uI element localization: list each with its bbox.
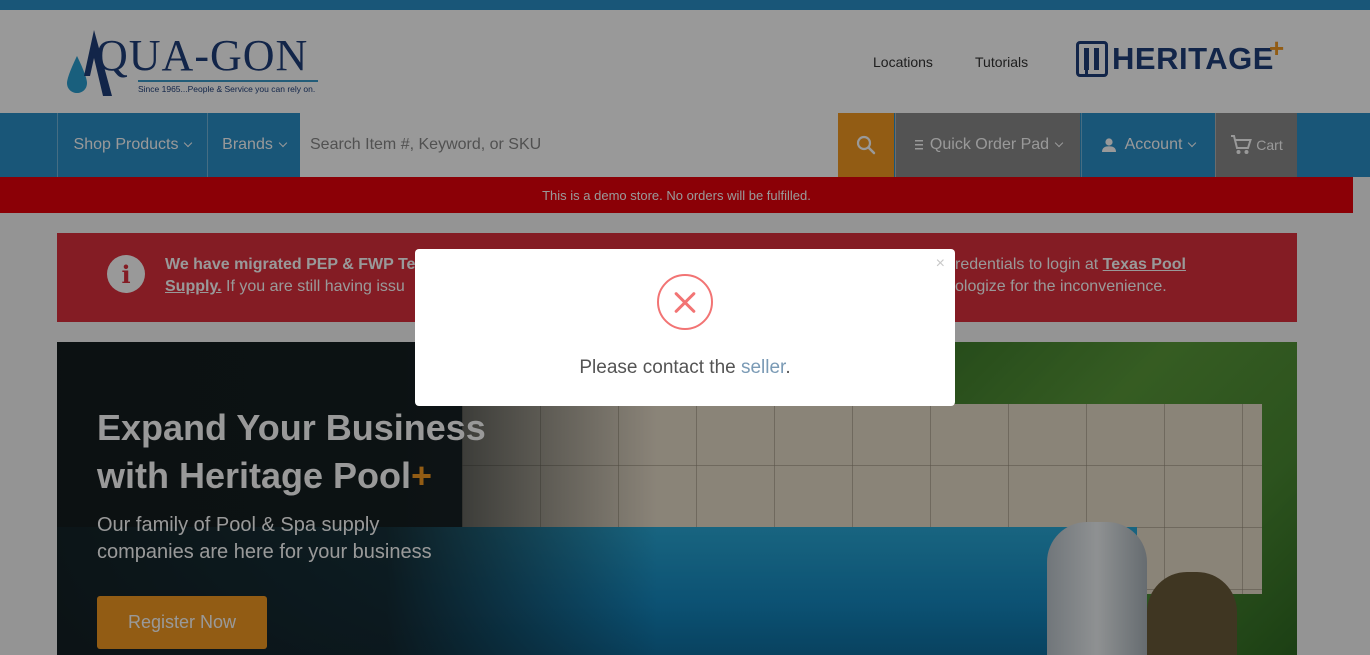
dialog-message: Please contact the seller. (415, 357, 955, 379)
dialog-message-text: Please contact the (579, 357, 741, 378)
error-dialog: × Please contact the seller. (415, 249, 955, 406)
close-icon[interactable]: × (936, 255, 945, 273)
dialog-message-end: . (785, 357, 791, 378)
seller-link[interactable]: seller (741, 357, 785, 378)
error-x-icon (657, 274, 713, 330)
